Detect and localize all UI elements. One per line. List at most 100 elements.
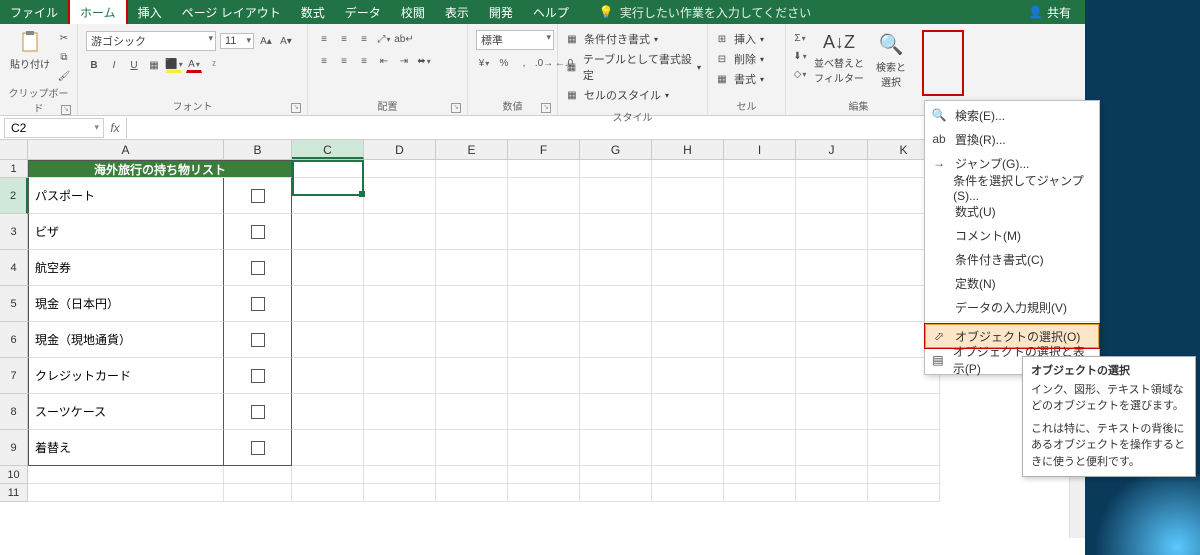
name-box[interactable]: C2 (4, 118, 104, 138)
cell[interactable] (580, 466, 652, 484)
cell[interactable] (652, 214, 724, 250)
cell[interactable] (580, 250, 652, 286)
cell[interactable] (224, 178, 292, 214)
col-header-D[interactable]: D (364, 140, 436, 159)
tab-formulas[interactable]: 数式 (291, 0, 335, 24)
tab-data[interactable]: データ (335, 0, 391, 24)
select-all-corner[interactable] (0, 140, 28, 159)
align-middle-button[interactable]: ≡ (336, 31, 352, 47)
increase-font-button[interactable]: A▴ (258, 33, 274, 49)
col-header-H[interactable]: H (652, 140, 724, 159)
clipboard-launcher[interactable]: ↘ (61, 105, 71, 115)
cell[interactable] (364, 484, 436, 502)
cell[interactable] (224, 250, 292, 286)
row-header-2[interactable]: 2 (0, 178, 28, 214)
cell[interactable] (724, 250, 796, 286)
cell[interactable] (436, 178, 508, 214)
cell[interactable] (580, 286, 652, 322)
cell[interactable] (796, 322, 868, 358)
tab-file[interactable]: ファイル (0, 0, 68, 24)
cell[interactable] (364, 286, 436, 322)
title-cell[interactable]: 海外旅行の持ち物リスト (28, 160, 292, 178)
cell[interactable] (364, 214, 436, 250)
cell[interactable] (724, 160, 796, 178)
sort-filter-button[interactable]: A↓Z 並べ替えと フィルター (808, 28, 870, 89)
cell[interactable] (436, 322, 508, 358)
cell[interactable] (292, 358, 364, 394)
cell[interactable] (292, 466, 364, 484)
merge-button[interactable]: ⬌ (416, 53, 432, 69)
menu-search[interactable]: 🔍検索(E)... (925, 103, 1099, 127)
cell[interactable] (508, 394, 580, 430)
align-launcher[interactable]: ↘ (451, 103, 461, 113)
fx-button[interactable]: fx (104, 121, 126, 135)
bold-button[interactable]: B (86, 57, 102, 73)
cell[interactable] (224, 466, 292, 484)
menu-validation[interactable]: データの入力規則(V) (925, 295, 1099, 319)
cell[interactable] (868, 394, 940, 430)
cell[interactable] (724, 394, 796, 430)
checkbox[interactable] (251, 441, 265, 455)
cell[interactable] (436, 214, 508, 250)
cell[interactable] (652, 250, 724, 286)
col-header-E[interactable]: E (436, 140, 508, 159)
tab-insert[interactable]: 挿入 (128, 0, 172, 24)
share-button[interactable]: 👤 共有 (1014, 4, 1085, 21)
cell[interactable] (724, 430, 796, 466)
cell[interactable] (508, 322, 580, 358)
cell[interactable] (364, 430, 436, 466)
number-launcher[interactable]: ↘ (541, 103, 551, 113)
cell[interactable] (652, 466, 724, 484)
cell[interactable] (868, 430, 940, 466)
row-header-5[interactable]: 5 (0, 286, 28, 322)
checkbox[interactable] (251, 297, 265, 311)
col-header-B[interactable]: B (224, 140, 292, 159)
fill-button[interactable]: ⬇ (792, 48, 808, 64)
cell[interactable] (580, 484, 652, 502)
find-select-button[interactable]: 🔍 検索と 選択 (870, 28, 912, 93)
cell[interactable] (796, 250, 868, 286)
row-header-7[interactable]: 7 (0, 358, 28, 394)
cell[interactable] (796, 358, 868, 394)
row-header-8[interactable]: 8 (0, 394, 28, 430)
number-format-select[interactable]: 標準 (476, 30, 554, 50)
menu-goto-special[interactable]: 条件を選択してジャンプ(S)... (925, 175, 1099, 199)
checkbox[interactable] (251, 333, 265, 347)
cell[interactable] (436, 484, 508, 502)
cell[interactable] (724, 466, 796, 484)
tab-page-layout[interactable]: ページ レイアウト (172, 0, 291, 24)
tell-me-search[interactable]: 💡 実行したい作業を入力してください (599, 4, 811, 21)
increase-indent-button[interactable]: ⇥ (396, 53, 412, 69)
cell[interactable] (292, 322, 364, 358)
checkbox[interactable] (251, 189, 265, 203)
item-cell[interactable]: 現金（現地通貨） (28, 322, 224, 358)
cell[interactable] (508, 430, 580, 466)
align-right-button[interactable]: ≡ (356, 53, 372, 69)
cell[interactable] (292, 250, 364, 286)
cell[interactable] (508, 214, 580, 250)
menu-replace[interactable]: ab置換(R)... (925, 127, 1099, 151)
cell[interactable] (436, 466, 508, 484)
cell[interactable] (652, 358, 724, 394)
cell[interactable] (364, 322, 436, 358)
cell[interactable] (364, 160, 436, 178)
row-header-10[interactable]: 10 (0, 466, 28, 484)
tab-view[interactable]: 表示 (435, 0, 479, 24)
cell[interactable] (28, 466, 224, 484)
cell[interactable] (436, 430, 508, 466)
item-cell[interactable]: 航空券 (28, 250, 224, 286)
cell[interactable] (364, 394, 436, 430)
cell[interactable] (28, 484, 224, 502)
cell[interactable] (724, 178, 796, 214)
cell[interactable] (724, 322, 796, 358)
cell[interactable] (508, 286, 580, 322)
cell[interactable] (724, 286, 796, 322)
cell[interactable] (796, 178, 868, 214)
checkbox[interactable] (251, 405, 265, 419)
align-left-button[interactable]: ≡ (316, 53, 332, 69)
cell[interactable] (796, 466, 868, 484)
format-cells-button[interactable]: ▦書式▾ (714, 71, 764, 87)
menu-constants[interactable]: 定数(N) (925, 271, 1099, 295)
item-cell[interactable]: ビザ (28, 214, 224, 250)
cell[interactable] (796, 214, 868, 250)
